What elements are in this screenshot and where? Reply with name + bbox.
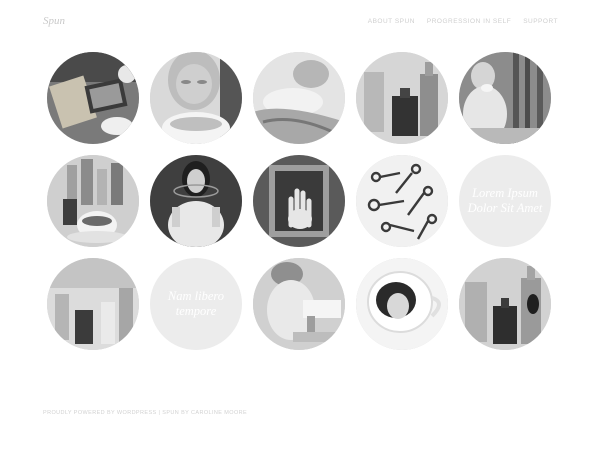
- tile-bottles[interactable]: [356, 52, 448, 144]
- framed-hand-image: [253, 155, 345, 247]
- tile-keys[interactable]: [356, 155, 448, 247]
- tile-woman-hoop[interactable]: [150, 155, 242, 247]
- bottles-image: [356, 52, 448, 144]
- nav-about[interactable]: About Spun: [368, 18, 415, 25]
- tile-nam-libero[interactable]: Nam libero tempore: [150, 258, 242, 350]
- keys-image: [356, 155, 448, 247]
- tile-framed-hand[interactable]: [253, 155, 345, 247]
- tile-caption: Nam libero tempore: [167, 289, 225, 318]
- woman-hoop-image: [150, 155, 242, 247]
- site-footer: Proudly powered by WordPress | Spun by C…: [43, 410, 248, 416]
- tile-caption: Lorem Ipsum Dolor Sit Amet: [467, 186, 543, 215]
- face-in-cup-image: [356, 258, 448, 350]
- tile-face-in-cup[interactable]: [356, 258, 448, 350]
- reclining-figure-image: [253, 52, 345, 144]
- teacup-bottles-image: [47, 155, 139, 247]
- main-nav: About Spun Progression in Self Support: [368, 18, 558, 25]
- tile-books-teacup[interactable]: [47, 52, 139, 144]
- nav-support[interactable]: Support: [523, 18, 558, 25]
- tile-reclining-figure[interactable]: [253, 52, 345, 144]
- tile-dark-bottles[interactable]: [459, 258, 551, 350]
- site-title[interactable]: Spun: [43, 15, 65, 27]
- woman-sewing-image: [253, 258, 345, 350]
- nav-progression[interactable]: Progression in Self: [427, 18, 511, 25]
- woman-drinking-image: [459, 52, 551, 144]
- tile-woman-teacup[interactable]: [150, 52, 242, 144]
- glass-bottles-image: [47, 258, 139, 350]
- dark-bottles-image: [459, 258, 551, 350]
- tile-glass-bottles[interactable]: [47, 258, 139, 350]
- tile-woman-sewing[interactable]: [253, 258, 345, 350]
- tile-lorem-ipsum[interactable]: Lorem Ipsum Dolor Sit Amet: [459, 155, 551, 247]
- post-grid: Lorem Ipsum Dolor Sit Amet Nam libero te…: [47, 52, 551, 350]
- tile-woman-drinking[interactable]: [459, 52, 551, 144]
- woman-teacup-image: [150, 52, 242, 144]
- books-teacup-image: [47, 52, 139, 144]
- tile-teacup-bottles[interactable]: [47, 155, 139, 247]
